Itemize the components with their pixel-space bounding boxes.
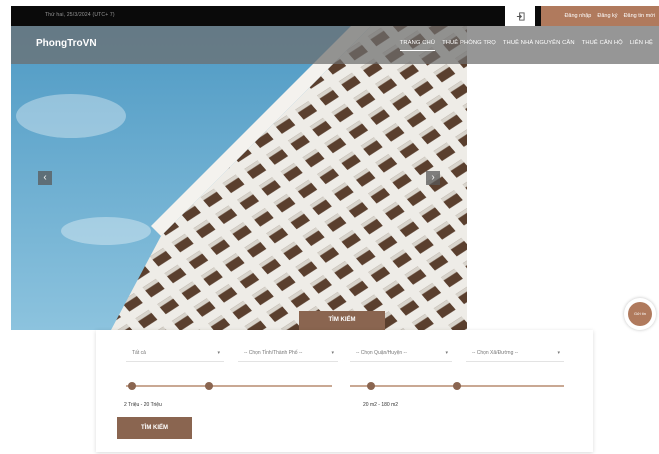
nav-item-contact[interactable]: LIÊN HỆ	[630, 40, 653, 51]
login-icon-button[interactable]	[505, 6, 535, 26]
nav-item-houses[interactable]: THUÊ NHÀ NGUYÊN CĂN	[503, 40, 575, 51]
login-icon	[516, 11, 525, 21]
area-max-handle[interactable]	[453, 382, 461, 390]
area-min-handle[interactable]	[367, 382, 375, 390]
price-range-label: 2 Triệu - 20 Triệu	[124, 402, 162, 408]
chevron-right-icon: ›	[431, 172, 435, 183]
province-select[interactable]: -- Chọn Tỉnh/Thành Phố -- ▾	[238, 344, 338, 362]
nav-item-rooms[interactable]: THUÊ PHÒNG TRỌ	[442, 40, 496, 51]
category-select[interactable]: Tất cả ▾	[126, 344, 224, 362]
price-range-slider[interactable]	[126, 382, 332, 390]
post-ad-link[interactable]: Đăng tin mới	[624, 13, 655, 19]
price-max-handle[interactable]	[205, 382, 213, 390]
district-select[interactable]: -- Chọn Quận/Huyện -- ▾	[350, 344, 452, 362]
search-tab[interactable]: TÌM KIẾM	[299, 311, 385, 330]
chevron-down-icon: ▾	[331, 350, 334, 356]
chevron-down-icon: ▾	[217, 350, 220, 356]
ward-select[interactable]: -- Chọn Xã/Đường -- ▾	[466, 344, 564, 362]
carousel-next-button[interactable]: ›	[426, 171, 440, 185]
hero-building-image	[11, 26, 467, 330]
nav-item-home[interactable]: TRANG CHỦ	[399, 40, 436, 51]
nav-item-apartments[interactable]: THUÊ CĂN HỘ	[582, 40, 623, 51]
top-bar: Thứ hai, 25/3/2024 (UTC+ 7) Đăng nhập Đă…	[11, 6, 659, 26]
nav-menu: TRANG CHỦ THUÊ PHÒNG TRỌ THUÊ NHÀ NGUYÊN…	[399, 40, 653, 51]
page: Thứ hai, 25/3/2024 (UTC+ 7) Đăng nhập Đă…	[0, 0, 659, 454]
search-panel: Tất cả ▾ -- Chọn Tỉnh/Thành Phố -- ▾ -- …	[96, 330, 593, 452]
auth-links: Đăng nhập Đăng ký Đăng tin mới	[541, 6, 659, 26]
ward-select-value: -- Chọn Xã/Đường --	[472, 350, 519, 356]
category-select-value: Tất cả	[132, 350, 146, 356]
register-link[interactable]: Đăng ký	[597, 13, 617, 19]
area-range-slider[interactable]	[350, 382, 564, 390]
province-select-value: -- Chọn Tỉnh/Thành Phố --	[244, 350, 303, 356]
chevron-left-icon: ‹	[43, 172, 47, 183]
chat-widget[interactable]: Gửi tin	[624, 298, 656, 330]
main-nav: PhongTroVN TRANG CHỦ THUÊ PHÒNG TRỌ THUÊ…	[11, 26, 659, 64]
price-min-handle[interactable]	[128, 382, 136, 390]
chevron-down-icon: ▾	[557, 350, 560, 356]
login-link[interactable]: Đăng nhập	[564, 13, 591, 19]
hero-banner	[11, 26, 467, 330]
area-range-label: 20 m2 - 180 m2	[363, 402, 399, 408]
current-date: Thứ hai, 25/3/2024 (UTC+ 7)	[45, 12, 115, 18]
carousel-prev-button[interactable]: ‹	[38, 171, 52, 185]
district-select-value: -- Chọn Quận/Huyện --	[356, 350, 407, 356]
chevron-down-icon: ▾	[445, 350, 448, 356]
brand-logo[interactable]: PhongTroVN	[36, 38, 97, 49]
chat-button[interactable]: Gửi tin	[628, 302, 652, 326]
search-button[interactable]: TÌM KIẾM	[117, 417, 192, 439]
